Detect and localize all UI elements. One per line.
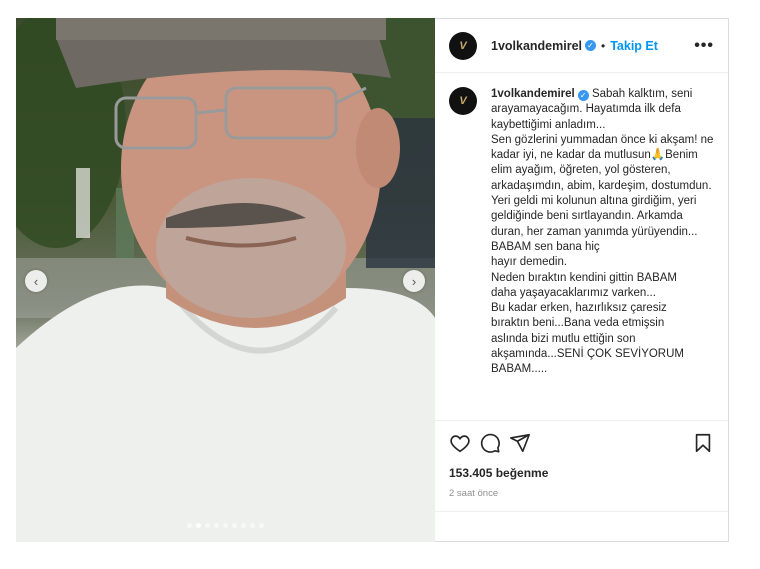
- caption-body: Sabah kalktım, seni arayamayacağım. Haya…: [491, 88, 714, 376]
- comment-icon: [480, 433, 500, 453]
- carousel-dots: [16, 523, 435, 528]
- caption-text: 1volkandemirel ✓ Sabah kalktım, seni aray…: [491, 87, 714, 420]
- separator-dot: •: [601, 38, 606, 53]
- carousel-dot[interactable]: [241, 523, 246, 528]
- carousel-dot[interactable]: [232, 523, 237, 528]
- photo-illustration: [16, 18, 435, 542]
- post-side-panel: V 1volkandemirel ✓ • Takip Et ••• V 1vol…: [435, 18, 729, 542]
- caption-avatar-initials: V: [459, 95, 467, 107]
- save-button[interactable]: [688, 428, 718, 458]
- carousel-dot[interactable]: [214, 523, 219, 528]
- heart-icon: [450, 434, 470, 452]
- likes-count[interactable]: 153.405 beğenme: [435, 464, 728, 480]
- carousel-dot[interactable]: [205, 523, 210, 528]
- share-button[interactable]: [505, 428, 535, 458]
- carousel-dot[interactable]: [223, 523, 228, 528]
- carousel-dot[interactable]: [250, 523, 255, 528]
- action-bar: [435, 420, 728, 464]
- caption-username[interactable]: 1volkandemirel: [491, 88, 575, 100]
- carousel-dot[interactable]: [259, 523, 264, 528]
- post-timestamp[interactable]: 2 saat önce: [435, 480, 728, 499]
- caption-verified-icon: ✓: [577, 90, 589, 101]
- like-button[interactable]: [445, 428, 475, 458]
- carousel-next-button[interactable]: ›: [403, 270, 425, 292]
- comment-button[interactable]: [475, 428, 505, 458]
- instagram-post: ‹ › V 1volkandemirel ✓ • Takip Et ••• V …: [16, 18, 729, 542]
- chevron-right-icon: ›: [411, 273, 417, 289]
- avatar[interactable]: V: [449, 31, 477, 60]
- share-icon: [510, 433, 530, 452]
- more-icon[interactable]: •••: [694, 37, 714, 55]
- carousel-dot[interactable]: [196, 523, 201, 528]
- post-photo[interactable]: ‹ ›: [16, 18, 435, 542]
- caption-area: V 1volkandemirel ✓ Sabah kalktım, seni ar…: [435, 73, 728, 420]
- comment-box[interactable]: [435, 511, 728, 541]
- carousel-prev-button[interactable]: ‹: [25, 270, 47, 292]
- follow-button[interactable]: Takip Et: [610, 39, 658, 53]
- carousel-dot[interactable]: [187, 523, 192, 528]
- avatar-initials: V: [459, 39, 467, 52]
- username-link[interactable]: 1volkandemirel: [491, 39, 582, 53]
- verified-icon: ✓: [585, 40, 597, 51]
- bookmark-icon: [695, 433, 711, 452]
- chevron-left-icon: ‹: [33, 273, 39, 289]
- post-header: V 1volkandemirel ✓ • Takip Et •••: [435, 19, 728, 73]
- caption-avatar[interactable]: V: [449, 87, 477, 115]
